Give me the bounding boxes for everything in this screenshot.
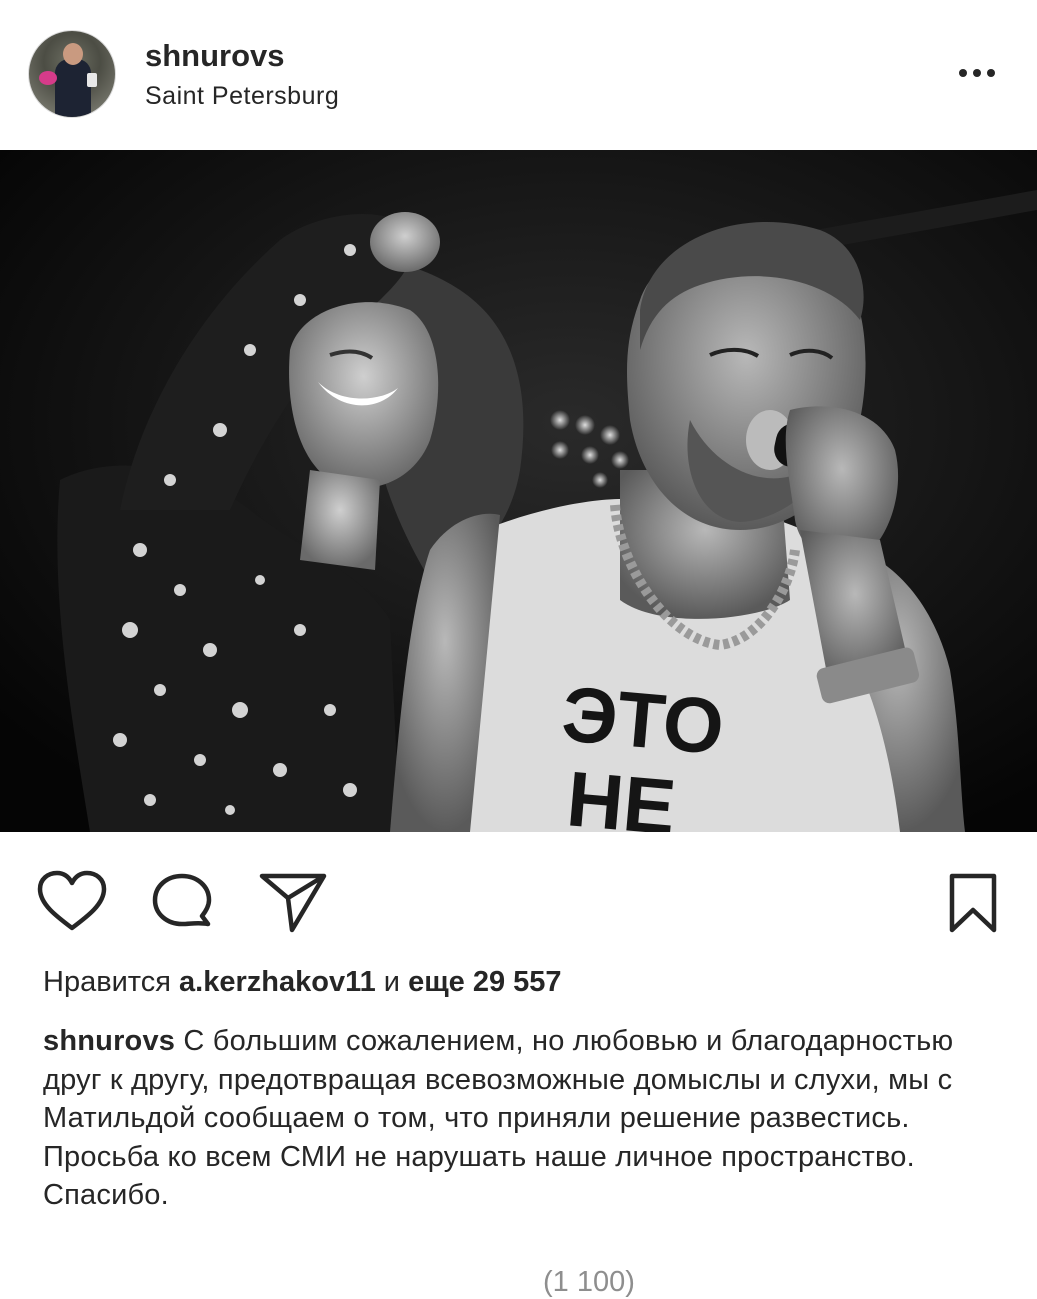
post-actions-bar xyxy=(0,832,1037,952)
avatar-cup xyxy=(87,73,97,87)
post-caption: shnurovs С большим сожалением, но любовь… xyxy=(43,1022,1003,1215)
avatar-face xyxy=(63,43,83,65)
post-header: shnurovs Saint Petersburg xyxy=(0,0,1037,150)
post-username[interactable]: shnurovs xyxy=(145,38,285,74)
heart-icon[interactable] xyxy=(36,870,108,934)
bookmark-icon[interactable] xyxy=(946,872,1000,936)
comment-icon[interactable] xyxy=(150,872,216,934)
caption-username[interactable]: shnurovs xyxy=(43,1025,175,1057)
likes-prefix: Нравится xyxy=(43,966,171,998)
avatar-flowers xyxy=(39,71,57,85)
more-options-icon[interactable] xyxy=(955,58,999,88)
likes-user-link[interactable]: a.kerzhakov11 xyxy=(179,966,376,998)
post-photo[interactable]: ЭТО НЕ xyxy=(0,150,1037,832)
avatar-figure xyxy=(55,59,91,117)
likes-middle: и xyxy=(383,966,400,998)
post-location[interactable]: Saint Petersburg xyxy=(145,82,339,111)
photo-illustration: ЭТО НЕ xyxy=(0,150,1037,832)
comments-count: (1 100) xyxy=(543,1266,635,1298)
paper-plane-icon[interactable] xyxy=(258,872,328,934)
likes-line: Нравится a.kerzhakov11 и еще 29 557 xyxy=(43,966,562,999)
view-comments-link[interactable]: (1 100) xyxy=(43,1266,635,1299)
caption-text: С большим сожалением, но любовью и благо… xyxy=(43,1025,954,1211)
shirt-text-line2: НЕ xyxy=(564,754,680,832)
likes-count-link[interactable]: еще 29 557 xyxy=(408,966,561,998)
avatar[interactable] xyxy=(28,30,116,118)
